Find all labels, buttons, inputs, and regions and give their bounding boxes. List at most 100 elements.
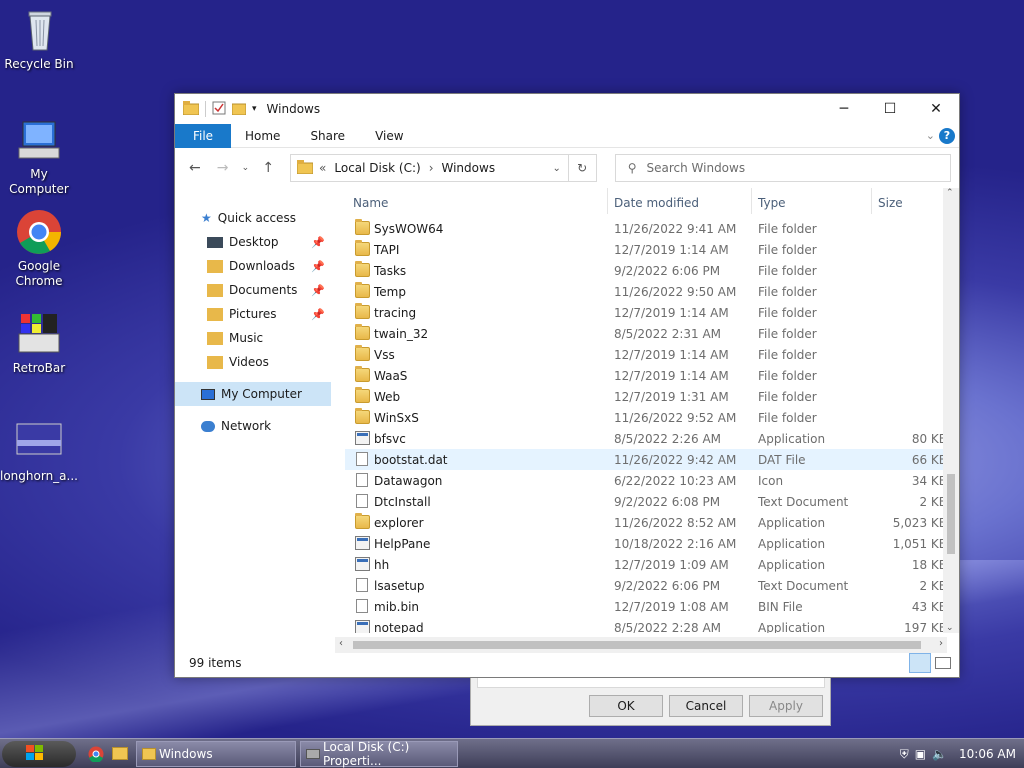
file-type: File folder <box>758 327 817 341</box>
back-arrow-icon[interactable]: ← <box>183 160 207 176</box>
volume-icon[interactable]: 🔈 <box>932 747 947 761</box>
file-date-modified: 6/22/2022 10:23 AM <box>614 474 737 488</box>
horizontal-scroll-thumb[interactable] <box>353 641 921 649</box>
security-shield-icon[interactable]: ⛨ <box>900 747 909 762</box>
nav-my-computer[interactable]: My Computer <box>175 382 331 406</box>
column-header-date[interactable]: Date modified <box>614 196 699 210</box>
file-row[interactable]: mib.bin 12/7/2019 1:08 AM BIN File 43 KB <box>345 596 947 617</box>
file-row[interactable]: bfsvc 8/5/2022 2:26 AM Application 80 KB <box>345 428 947 449</box>
new-folder-quick-icon[interactable] <box>231 101 247 118</box>
file-type: Application <box>758 558 826 572</box>
up-arrow-icon[interactable]: ↑ <box>256 160 280 176</box>
scroll-left-icon[interactable]: ‹ <box>339 638 343 649</box>
scroll-up-icon[interactable]: ⌃ <box>946 188 954 198</box>
breadcrumb-windows[interactable]: Windows <box>442 161 496 175</box>
address-bar[interactable]: « Local Disk (C:) › Windows ⌄ ↻ <box>290 154 597 182</box>
help-icon[interactable]: ? <box>939 127 955 144</box>
taskbar-button-windows[interactable]: Windows <box>136 741 296 767</box>
nav-videos[interactable]: Videos <box>175 350 335 374</box>
chrome-taskbar-icon[interactable] <box>88 746 104 765</box>
expand-ribbon-icon[interactable]: ⌄ <box>926 129 935 142</box>
explorer-taskbar-icon[interactable] <box>112 747 128 760</box>
file-row[interactable]: WaaS 12/7/2019 1:14 AM File folder <box>345 365 947 386</box>
desktop-icon-recycle-bin[interactable]: Recycle Bin <box>0 6 78 72</box>
file-name: Datawagon <box>374 474 443 488</box>
column-header-name[interactable]: Name <box>353 196 388 210</box>
vertical-scroll-thumb[interactable] <box>947 474 955 554</box>
file-row[interactable]: twain_32 8/5/2022 2:31 AM File folder <box>345 323 947 344</box>
recent-locations-icon[interactable]: ⌄ <box>238 163 252 173</box>
details-view-icon[interactable] <box>909 653 931 673</box>
nav-quick-access[interactable]: ★ Quick access <box>175 206 335 230</box>
desktop-icon-label: Recycle Bin <box>4 57 74 71</box>
nav-desktop[interactable]: Desktop 📌 <box>175 230 335 254</box>
desktop-icon-label: Google Chrome <box>15 259 63 288</box>
title-bar[interactable]: ▾ Windows ─ ☐ ✕ <box>175 94 959 124</box>
cancel-button[interactable]: Cancel <box>669 695 743 717</box>
nav-network[interactable]: Network <box>175 414 335 438</box>
nav-documents[interactable]: Documents 📌 <box>175 278 335 302</box>
nav-downloads[interactable]: Downloads 📌 <box>175 254 335 278</box>
properties-quick-icon[interactable] <box>212 101 226 118</box>
forward-arrow-icon[interactable]: → <box>211 160 235 176</box>
tab-home[interactable]: Home <box>231 124 295 148</box>
file-row[interactable]: Tasks 9/2/2022 6:06 PM File folder <box>345 260 947 281</box>
file-row[interactable]: DtcInstall 9/2/2022 6:08 PM Text Document 2… <box>345 491 947 512</box>
maximize-icon[interactable]: ☐ <box>867 94 913 124</box>
vertical-scrollbar[interactable]: ⌃ ⌄ <box>943 188 959 633</box>
large-icons-view-icon[interactable] <box>935 657 951 669</box>
file-row[interactable]: Temp 11/26/2022 9:50 AM File folder <box>345 281 947 302</box>
file-date-modified: 10/18/2022 2:16 AM <box>614 537 737 551</box>
search-input[interactable]: ⚲ Search Windows <box>614 154 951 182</box>
apply-button[interactable]: Apply <box>749 695 823 717</box>
file-row[interactable]: WinSxS 11/26/2022 9:52 AM File folder <box>345 407 947 428</box>
start-button[interactable] <box>2 741 76 767</box>
desktop-icon-google-chrome[interactable]: Google Chrome <box>0 208 78 289</box>
desktop-icon-my-computer[interactable]: My Computer <box>0 116 78 197</box>
file-row[interactable]: lsasetup 9/2/2022 6:06 PM Text Document 2 K… <box>345 575 947 596</box>
taskbar-button-properties[interactable]: Local Disk (C:) Properti... <box>300 740 458 768</box>
file-row[interactable]: SysWOW64 11/26/2022 9:41 AM File folder <box>345 218 947 239</box>
file-row[interactable]: explorer 11/26/2022 8:52 AM Application 5,0… <box>345 512 947 533</box>
recycle-bin-icon <box>15 6 63 54</box>
file-row[interactable]: bootstat.dat 11/26/2022 9:42 AM DAT File 66… <box>345 449 947 470</box>
drive-icon <box>306 749 320 759</box>
file-row[interactable]: notepad 8/5/2022 2:28 AM Application 197 KB <box>345 617 947 633</box>
breadcrumb-overflow[interactable]: « <box>319 161 326 175</box>
desktop-icon-longhorn-wallpaper[interactable]: longhorn_a... <box>0 418 78 484</box>
file-date-modified: 9/2/2022 6:08 PM <box>614 495 721 509</box>
address-dropdown-icon[interactable]: ⌄ <box>546 163 568 174</box>
file-row[interactable]: tracing 12/7/2019 1:14 AM File folder <box>345 302 947 323</box>
file-type: File folder <box>758 264 817 278</box>
network-tray-icon[interactable]: ▣ <box>915 747 926 761</box>
column-header-type[interactable]: Type <box>758 196 786 210</box>
nav-music[interactable]: Music <box>175 326 335 350</box>
file-row[interactable]: Web 12/7/2019 1:31 AM File folder <box>345 386 947 407</box>
tab-file[interactable]: File <box>175 123 231 148</box>
file-type: Text Document <box>758 495 849 509</box>
file-row[interactable]: TAPI 12/7/2019 1:14 AM File folder <box>345 239 947 260</box>
file-name: explorer <box>374 516 424 530</box>
customize-quick-access-icon[interactable]: ▾ <box>252 104 257 114</box>
column-header-size[interactable]: Size <box>878 196 903 210</box>
scroll-down-icon[interactable]: ⌄ <box>946 623 954 633</box>
file-row[interactable]: hh 12/7/2019 1:09 AM Application 18 KB <box>345 554 947 575</box>
file-row[interactable]: Vss 12/7/2019 1:14 AM File folder <box>345 344 947 365</box>
folder-icon <box>355 366 370 382</box>
nav-pictures[interactable]: Pictures 📌 <box>175 302 335 326</box>
file-date-modified: 11/26/2022 9:52 AM <box>614 411 737 425</box>
taskbar-button-label: Local Disk (C:) Properti... <box>323 740 410 768</box>
clock[interactable]: 10:06 AM <box>959 747 1016 761</box>
minimize-icon[interactable]: ─ <box>821 94 867 124</box>
file-row[interactable]: HelpPane 10/18/2022 2:16 AM Application 1,0… <box>345 533 947 554</box>
refresh-icon[interactable]: ↻ <box>567 155 596 181</box>
file-row[interactable]: Datawagon 6/22/2022 10:23 AM Icon 34 KB <box>345 470 947 491</box>
ok-button[interactable]: OK <box>589 695 663 717</box>
breadcrumb-local-disk[interactable]: Local Disk (C:) <box>334 161 420 175</box>
scroll-right-icon[interactable]: › <box>939 638 943 649</box>
tab-share[interactable]: Share <box>295 124 360 148</box>
close-icon[interactable]: ✕ <box>913 94 959 124</box>
file-date-modified: 12/7/2019 1:14 AM <box>614 348 729 362</box>
desktop-icon-retrobar[interactable]: RetroBar <box>0 310 78 376</box>
tab-view[interactable]: View <box>360 124 418 148</box>
